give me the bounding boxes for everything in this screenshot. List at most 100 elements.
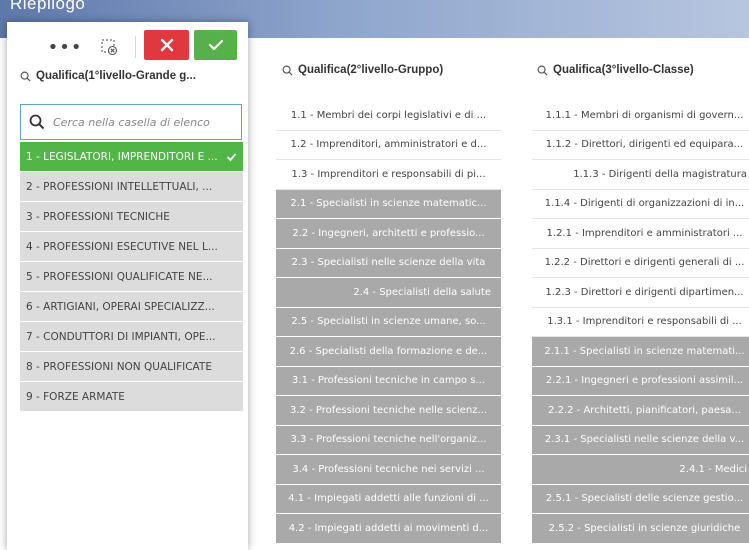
search-icon bbox=[537, 65, 548, 76]
list-item[interactable]: 2.5 - Specialisti in scienze umane, so..… bbox=[276, 307, 501, 337]
list-item[interactable]: 1.2.3 - Direttori e dirigenti dipartimen… bbox=[532, 278, 749, 308]
list-item[interactable]: 2.5.1 - Specialisti delle scienze gestio… bbox=[532, 484, 749, 514]
list-item-label: 4.1 - Impiegati addetti alle funzioni di… bbox=[288, 493, 489, 505]
close-icon bbox=[160, 38, 173, 52]
list-item[interactable]: 8 - PROFESSIONI NON QUALIFICATE bbox=[20, 352, 243, 382]
list-item-label: 2.3.1 - Specialisti nelle scienze della … bbox=[544, 434, 745, 446]
column-title-label: Qualifica(2°livello-Gruppo) bbox=[298, 64, 444, 76]
list-item[interactable]: 4.1 - Impiegati addetti alle funzioni di… bbox=[276, 484, 501, 514]
list-item-label: 2.1.1 - Specialisti in scienze matemati.… bbox=[544, 345, 745, 357]
list-item-label: 1 - LEGISLATORI, IMPRENDITORI E ... bbox=[26, 150, 218, 163]
list-item[interactable]: 2.3 - Specialisti nelle scienze della vi… bbox=[276, 248, 501, 278]
listbox-level1[interactable]: 1 - LEGISLATORI, IMPRENDITORI E ... 2 - P… bbox=[20, 142, 243, 412]
list-item[interactable]: 2.4.1 - Medici bbox=[532, 455, 749, 485]
search-input[interactable] bbox=[53, 115, 233, 129]
clear-selections-icon bbox=[101, 39, 118, 56]
list-item[interactable]: 5 - PROFESSIONI QUALIFICATE NE... bbox=[20, 262, 243, 292]
list-item-label: 2.2 - Ingegneri, architetti e professio.… bbox=[292, 227, 485, 239]
list-item-label: 8 - PROFESSIONI NON QUALIFICATE bbox=[26, 360, 212, 373]
list-item[interactable]: 2.2.1 - Ingegneri e professioni assimil.… bbox=[532, 366, 749, 396]
list-item[interactable]: 2 - PROFESSIONI INTELLETTUALI, ... bbox=[20, 172, 243, 202]
list-item[interactable]: 3.1 - Professioni tecniche in campo s... bbox=[276, 366, 501, 396]
more-button[interactable]: ••• bbox=[48, 34, 82, 60]
list-item[interactable]: 2.2 - Ingegneri, architetti e professio.… bbox=[276, 219, 501, 249]
list-item[interactable]: 1.3.1 - Imprenditori e responsabili di .… bbox=[532, 307, 749, 337]
list-item[interactable]: 3.2 - Professioni tecniche nelle scienz.… bbox=[276, 396, 501, 426]
list-item[interactable]: 1.2 - Imprenditori, amministratori e d..… bbox=[276, 130, 501, 160]
list-item-label: 2.1 - Specialisti in scienze matematic..… bbox=[290, 198, 487, 210]
list-item-label: 6 - ARTIGIANI, OPERAI SPECIALIZZ... bbox=[26, 300, 215, 313]
list-item-label: 1.1.3 - Dirigenti della magistratura bbox=[573, 168, 747, 180]
list-item[interactable]: 1.1.3 - Dirigenti della magistratura bbox=[532, 160, 749, 190]
column-title-level1[interactable]: Qualifica(1°livello-Grande g... bbox=[20, 70, 242, 82]
column-title-level3[interactable]: Qualifica(3°livello-Classe) bbox=[537, 64, 737, 76]
list-item[interactable]: 3.4 - Professioni tecniche nei servizi .… bbox=[276, 455, 501, 485]
toolbar-divider bbox=[135, 36, 136, 58]
more-icon: ••• bbox=[47, 36, 83, 58]
list-item-label: 5 - PROFESSIONI QUALIFICATE NE... bbox=[26, 270, 213, 283]
list-item[interactable]: 2.3.1 - Specialisti nelle scienze della … bbox=[532, 425, 749, 455]
list-item[interactable]: 2.4 - Specialisti della salute bbox=[276, 278, 501, 308]
list-item[interactable]: 1.1.2 - Direttori, dirigenti ed equipara… bbox=[532, 130, 749, 160]
list-item-label: 1.3.1 - Imprenditori e responsabili di .… bbox=[547, 316, 742, 328]
list-item[interactable]: 2.1 - Specialisti in scienze matematic..… bbox=[276, 189, 501, 219]
list-item[interactable]: 1 - LEGISLATORI, IMPRENDITORI E ... bbox=[20, 142, 243, 172]
list-item-label: 9 - FORZE ARMATE bbox=[26, 390, 125, 403]
list-item-label: 3 - PROFESSIONI TECNICHE bbox=[26, 210, 170, 223]
cancel-selection-button[interactable] bbox=[144, 30, 189, 60]
list-item-label: 4 - PROFESSIONI ESECUTIVE NEL L... bbox=[26, 240, 218, 253]
list-item-label: 1.2.3 - Direttori e dirigenti dipartimen… bbox=[545, 286, 744, 298]
column-title-level2[interactable]: Qualifica(2°livello-Gruppo) bbox=[282, 64, 482, 76]
selection-toolbar: ••• bbox=[7, 30, 248, 64]
list-item[interactable]: 4.2 - Impiegati addetti ai movimenti d..… bbox=[276, 514, 501, 544]
selection-popup: ••• Qualifica(1°livello-Grande g... Cerc… bbox=[7, 22, 248, 550]
sheet-title: Riepilogo bbox=[10, 0, 86, 13]
search-icon bbox=[20, 71, 31, 82]
list-item[interactable]: 1.1.1 - Membri di organismi di govern... bbox=[532, 101, 749, 131]
list-item-label: 2.4 - Specialisti della salute bbox=[353, 286, 491, 298]
list-item[interactable]: 2.2.2 - Architetti, pianificatori, paesa… bbox=[532, 396, 749, 426]
list-item-label: 3.3 - Professioni tecniche nell'organiz.… bbox=[290, 434, 487, 446]
list-item-label: 2.2.1 - Ingegneri e professioni assimil.… bbox=[545, 375, 744, 387]
list-item[interactable]: 2.6 - Specialisti della formazione e de.… bbox=[276, 337, 501, 367]
list-item-label: 1.3 - Imprenditori e responsabili di pi.… bbox=[291, 168, 486, 180]
list-item[interactable]: 2.1.1 - Specialisti in scienze matemati.… bbox=[532, 337, 749, 367]
list-item[interactable]: 1.2.2 - Direttori e dirigenti generali d… bbox=[532, 248, 749, 278]
confirm-selection-button[interactable] bbox=[194, 30, 237, 60]
list-item-label: 2 - PROFESSIONI INTELLETTUALI, ... bbox=[26, 180, 213, 193]
list-item-label: 3.4 - Professioni tecniche nei servizi .… bbox=[292, 463, 485, 475]
list-item[interactable]: 1.1 - Membri dei corpi legislativi e di … bbox=[276, 101, 501, 131]
check-icon bbox=[208, 39, 223, 51]
list-item-label: 2.3 - Specialisti nelle scienze della vi… bbox=[291, 257, 486, 269]
list-item-label: 1.2.1 - Imprenditori e amministratori ..… bbox=[546, 227, 743, 239]
list-item-label: 2.5.1 - Specialisti delle scienze gestio… bbox=[545, 493, 744, 505]
list-item-label: 2.5.2 - Specialisti in scienze giuridich… bbox=[548, 522, 741, 534]
list-item-label: 2.5 - Specialisti in scienze umane, so..… bbox=[291, 316, 486, 328]
list-item[interactable]: 3.3 - Professioni tecniche nell'organiz.… bbox=[276, 425, 501, 455]
search-icon bbox=[29, 114, 45, 130]
list-item[interactable]: 2.5.2 - Specialisti in scienze giuridich… bbox=[532, 514, 749, 544]
listbox-search[interactable] bbox=[20, 104, 242, 140]
listbox-level2[interactable]: 1.1 - Membri dei corpi legislativi e di … bbox=[276, 101, 501, 544]
list-item-label: 4.2 - Impiegati addetti ai movimenti d..… bbox=[288, 522, 489, 534]
clear-selections-button[interactable] bbox=[95, 34, 123, 60]
list-item[interactable]: 1.1.4 - Dirigenti di organizzazioni di i… bbox=[532, 189, 749, 219]
list-item[interactable]: 1.2.1 - Imprenditori e amministratori ..… bbox=[532, 219, 749, 249]
list-item[interactable]: 1.3 - Imprenditori e responsabili di pi.… bbox=[276, 160, 501, 190]
search-icon bbox=[282, 65, 293, 76]
list-item-label: 3.1 - Professioni tecniche in campo s... bbox=[292, 375, 485, 387]
list-item[interactable]: 7 - CONDUTTORI DI IMPIANTI, OPE... bbox=[20, 322, 243, 352]
list-item-label: 2.4.1 - Medici bbox=[679, 463, 747, 475]
list-item-label: 1.1.4 - Dirigenti di organizzazioni di i… bbox=[544, 198, 745, 210]
list-item-label: 1.2 - Imprenditori, amministratori e d..… bbox=[290, 139, 487, 151]
list-item[interactable]: 9 - FORZE ARMATE bbox=[20, 382, 243, 412]
list-item[interactable]: 3 - PROFESSIONI TECNICHE bbox=[20, 202, 243, 232]
list-item-label: 2.2.2 - Architetti, pianificatori, paesa… bbox=[548, 404, 741, 416]
list-item-label: 2.6 - Specialisti della formazione e de.… bbox=[289, 345, 488, 357]
list-item[interactable]: 4 - PROFESSIONI ESECUTIVE NEL L... bbox=[20, 232, 243, 262]
column-title-label: Qualifica(3°livello-Classe) bbox=[553, 64, 694, 76]
list-item[interactable]: 6 - ARTIGIANI, OPERAI SPECIALIZZ... bbox=[20, 292, 243, 322]
listbox-level3[interactable]: 1.1.1 - Membri di organismi di govern...… bbox=[532, 101, 749, 544]
list-item-label: 1.1 - Membri dei corpi legislativi e di … bbox=[290, 109, 487, 121]
list-item-label: 1.1.2 - Direttori, dirigenti ed equipara… bbox=[545, 139, 744, 151]
